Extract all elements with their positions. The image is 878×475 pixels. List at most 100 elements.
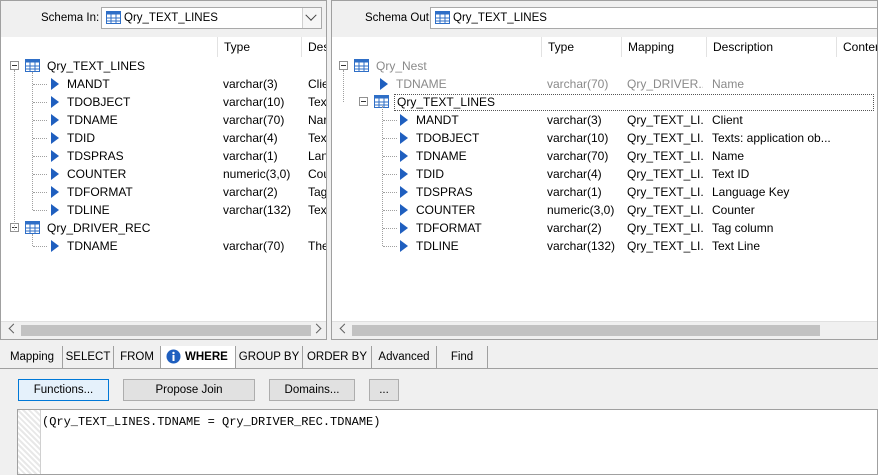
column-type: varchar(70) [223, 113, 285, 127]
column-arrow-icon [51, 132, 59, 144]
schema-out-bar: Schema Out: Qry_TEXT_LINES [332, 1, 877, 38]
tree-row-root[interactable]: Qry_Nest [332, 57, 877, 75]
functions-button[interactable]: Functions... [18, 379, 109, 401]
collapse-toggle[interactable] [359, 97, 368, 106]
tree-connector [33, 246, 47, 247]
column-type: varchar(10) [547, 131, 609, 145]
column-name: TDLINE [67, 203, 110, 217]
tab-group-by[interactable]: GROUP BY [236, 346, 303, 368]
column-arrow-icon [51, 78, 59, 90]
column-description: Tex [308, 131, 327, 145]
tree-row-column[interactable]: TDOBJECT varchar(10) Tex [1, 93, 326, 111]
column-arrow-icon [51, 96, 59, 108]
header-type[interactable]: Type [541, 37, 622, 57]
column-name: TDNAME [67, 239, 118, 253]
domains-button[interactable]: Domains... [269, 379, 355, 401]
tree-row-column[interactable]: TDID varchar(4) Qry_TEXT_LI... Text ID [332, 165, 877, 183]
tree-row-column[interactable]: TDNAME varchar(70) Qry_DRIVER... Name [332, 75, 877, 93]
tree-row-column[interactable]: TDFORMAT varchar(2) Qry_TEXT_LI... Tag colu… [332, 219, 877, 237]
schema-in-hscroll[interactable] [1, 321, 326, 339]
tree-row-column[interactable]: TDSPRAS varchar(1) Qry_TEXT_LI... Language … [332, 183, 877, 201]
tree-row-column[interactable]: COUNTER numeric(3,0) Cou [1, 165, 326, 183]
tree-row-table[interactable]: Qry_TEXT_LINES [1, 57, 326, 75]
tree-connector [383, 138, 397, 139]
tab-mapping[interactable]: Mapping [2, 346, 63, 368]
tree-connector [383, 174, 397, 175]
schema-out-value: Qry_TEXT_LINES [453, 12, 547, 24]
collapse-toggle[interactable] [339, 61, 348, 70]
tree-connector [33, 156, 47, 157]
tree-guide [382, 106, 383, 246]
schema-out-select[interactable]: Qry_TEXT_LINES [430, 7, 877, 29]
tab-from[interactable]: FROM [114, 346, 161, 368]
chevron-down-icon[interactable] [302, 8, 321, 28]
column-mapping: Qry_TEXT_LI... [627, 167, 703, 181]
column-type: varchar(3) [547, 113, 602, 127]
tree-row-table[interactable]: Qry_DRIVER_REC [1, 219, 326, 237]
editor-gutter [18, 410, 41, 474]
header-mapping[interactable]: Mapping [621, 37, 706, 57]
tree-row-column[interactable]: TDID varchar(4) Tex [1, 129, 327, 147]
tab-order-by[interactable]: ORDER BY [303, 346, 372, 368]
column-arrow-icon [380, 78, 388, 90]
schema-in-bar: Schema In: Qry_TEXT_LINES [1, 1, 326, 38]
header-description[interactable]: Des [301, 37, 326, 57]
tree-row-column[interactable]: TDSPRAS varchar(1) Lan [1, 147, 326, 165]
header-type[interactable]: Type [217, 37, 300, 57]
tree-row-column[interactable]: MANDT varchar(3) Clie [1, 75, 327, 93]
table-grid-icon [25, 59, 40, 72]
tree-row-column[interactable]: TDNAME varchar(70) Qry_TEXT_LI... Name [332, 147, 877, 165]
tab-advanced[interactable]: Advanced [372, 346, 437, 368]
column-mapping: Qry_TEXT_LI... [627, 113, 703, 127]
tree-row-column[interactable]: TDNAME varchar(70) Nar [1, 111, 326, 129]
more-button[interactable]: ... [369, 379, 399, 401]
tab-where[interactable]: WHERE [161, 346, 236, 368]
tab-select[interactable]: SELECT [63, 346, 114, 368]
tree-row-column[interactable]: TDLINE varchar(132) Tex [1, 201, 327, 219]
root-name: Qry_Nest [376, 59, 427, 73]
column-mapping: Qry_TEXT_LI... [627, 131, 703, 145]
column-type: varchar(3) [223, 77, 278, 91]
column-name: TDFORMAT [416, 221, 482, 235]
column-name: TDSPRAS [416, 185, 473, 199]
column-name: TDNAME [416, 149, 467, 163]
tree-connector [33, 84, 47, 85]
tree-connector [383, 120, 397, 121]
tree-connector [383, 192, 397, 193]
column-description: Tex [308, 203, 327, 217]
tab-where-label: WHERE [185, 351, 228, 363]
column-arrow-icon [51, 186, 59, 198]
tree-row-column[interactable]: TDFORMAT varchar(2) Tag [1, 183, 326, 201]
schema-out-hscroll[interactable] [332, 321, 877, 339]
scroll-thumb[interactable] [21, 325, 311, 336]
tree-row-column[interactable]: TDOBJECT varchar(10) Qry_TEXT_LI... Texts: … [332, 129, 877, 147]
column-description: Name [712, 77, 745, 91]
tree-row-nested-table[interactable]: Qry_TEXT_LINES [332, 93, 877, 111]
query-tabs: Mapping SELECT FROM WHERE GROUP BY ORDER… [0, 346, 878, 370]
tree-row-column[interactable]: COUNTER numeric(3,0) Qry_TEXT_LI... Counter [332, 201, 877, 219]
tree-row-column[interactable]: MANDT varchar(3) Qry_TEXT_LI... Client [332, 111, 877, 129]
where-clause-text[interactable]: (Qry_TEXT_LINES.TDNAME = Qry_DRIVER_REC.… [42, 415, 380, 429]
column-mapping: Qry_TEXT_LI... [627, 149, 703, 163]
scroll-thumb[interactable] [352, 325, 820, 336]
column-description: Text Line [712, 239, 761, 253]
tree-guide [32, 234, 33, 246]
nested-table-name: Qry_TEXT_LINES [394, 94, 874, 111]
tree-row-column[interactable]: TDNAME varchar(70) The [1, 237, 326, 255]
propose-join-button[interactable]: Propose Join [123, 379, 255, 401]
tree-connector [383, 228, 397, 229]
tab-find[interactable]: Find [437, 346, 488, 368]
tree-guide [14, 70, 15, 232]
where-clause-editor[interactable]: (Qry_TEXT_LINES.TDNAME = Qry_DRIVER_REC.… [17, 409, 878, 475]
column-arrow-icon [400, 150, 408, 162]
column-description: Clie [308, 77, 327, 91]
header-content[interactable]: Conten [836, 37, 877, 57]
schema-in-pane: Schema In: Qry_TEXT_LINES Type Des Qry_T… [0, 0, 327, 340]
header-description[interactable]: Description [706, 37, 833, 57]
column-type: varchar(2) [547, 221, 602, 235]
tree-row-column[interactable]: TDLINE varchar(132) Qry_TEXT_LI... Text Lin… [332, 237, 877, 255]
column-type: varchar(2) [223, 185, 278, 199]
schema-in-select[interactable]: Qry_TEXT_LINES [101, 7, 322, 29]
column-name: COUNTER [416, 203, 476, 217]
collapse-toggle[interactable] [10, 61, 19, 70]
